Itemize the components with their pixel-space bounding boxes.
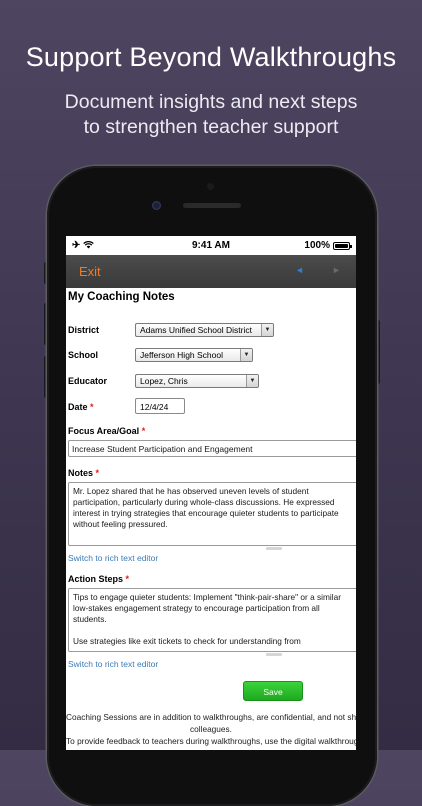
educator-value: Lopez, Chris bbox=[140, 376, 188, 386]
date-field[interactable]: 12/4/24 bbox=[135, 398, 185, 414]
front-camera bbox=[152, 201, 161, 210]
action-steps-textarea[interactable]: Tips to engage quieter students: Impleme… bbox=[68, 588, 356, 652]
required-mark: * bbox=[95, 468, 100, 478]
action-steps-label: Action Steps * bbox=[68, 574, 129, 584]
chevron-down-icon: ▼ bbox=[240, 349, 252, 361]
app-screen: ✈ 9:41 AM 100% Exit ◄ ► My Coaching Note… bbox=[66, 236, 356, 750]
school-select[interactable]: Jefferson High School ▼ bbox=[135, 348, 253, 362]
notes-label: Notes * bbox=[68, 468, 99, 478]
footer-note-line-3: To provide feedback to teachers during w… bbox=[66, 736, 356, 746]
marketing-subline: Document insights and next steps to stre… bbox=[0, 90, 422, 140]
status-bar: ✈ 9:41 AM 100% bbox=[66, 236, 356, 255]
marketing-subline-line-2: to strengthen teacher support bbox=[83, 116, 339, 138]
required-mark: * bbox=[90, 402, 94, 412]
district-label: District bbox=[68, 325, 100, 335]
proximity-sensor bbox=[207, 183, 214, 190]
battery-icon bbox=[333, 241, 352, 250]
educator-label: Educator bbox=[68, 376, 108, 386]
nav-back-arrow-icon[interactable]: ◄ bbox=[295, 265, 304, 275]
chevron-down-icon: ▼ bbox=[246, 375, 258, 387]
notes-textarea[interactable]: Mr. Lopez shared that he has observed un… bbox=[68, 482, 356, 546]
focus-goal-input[interactable]: Increase Student Participation and Engag… bbox=[68, 440, 356, 457]
focus-label-text: Focus Area/Goal bbox=[68, 426, 140, 436]
status-right: 100% bbox=[304, 240, 352, 251]
action-steps-label-text: Action Steps bbox=[68, 574, 124, 584]
marketing-subline-line-1: Document insights and next steps bbox=[64, 91, 358, 113]
focus-label: Focus Area/Goal * bbox=[68, 426, 145, 436]
educator-select[interactable]: Lopez, Chris ▼ bbox=[135, 374, 259, 388]
earpiece-speaker bbox=[183, 203, 241, 208]
date-label: Date * bbox=[68, 402, 94, 412]
action-steps-paragraph-2: Use strategies like exit tickets to chec… bbox=[73, 636, 301, 646]
action-steps-rich-text-link[interactable]: Switch to rich text editor bbox=[68, 659, 158, 669]
nav-bar: Exit ◄ ► bbox=[66, 255, 356, 288]
district-value: Adams Unified School District bbox=[140, 325, 252, 335]
battery-percent: 100% bbox=[304, 240, 330, 251]
date-label-text: Date bbox=[68, 402, 88, 412]
nav-forward-arrow-icon[interactable]: ► bbox=[332, 265, 341, 275]
chevron-down-icon: ▼ bbox=[261, 324, 273, 336]
district-select[interactable]: Adams Unified School District ▼ bbox=[135, 323, 274, 337]
school-label: School bbox=[68, 350, 99, 360]
footer-note-line-2: colleagues. bbox=[190, 724, 232, 734]
required-mark: * bbox=[141, 426, 146, 436]
action-steps-resize-handle[interactable] bbox=[266, 653, 282, 656]
notes-resize-handle[interactable] bbox=[266, 547, 282, 550]
notes-label-text: Notes bbox=[68, 468, 94, 478]
school-value: Jefferson High School bbox=[140, 350, 224, 360]
footer-note-line-1: Coaching Sessions are in addition to wal… bbox=[66, 712, 356, 722]
notes-rich-text-link[interactable]: Switch to rich text editor bbox=[68, 553, 158, 563]
marketing-headline: Support Beyond Walkthroughs bbox=[25, 42, 397, 72]
required-mark: * bbox=[125, 574, 130, 584]
page-title: My Coaching Notes bbox=[68, 291, 175, 303]
save-button[interactable]: Save bbox=[243, 681, 303, 701]
action-steps-paragraph-1: Tips to engage quieter students: Impleme… bbox=[73, 592, 341, 624]
exit-button[interactable]: Exit bbox=[79, 264, 101, 279]
